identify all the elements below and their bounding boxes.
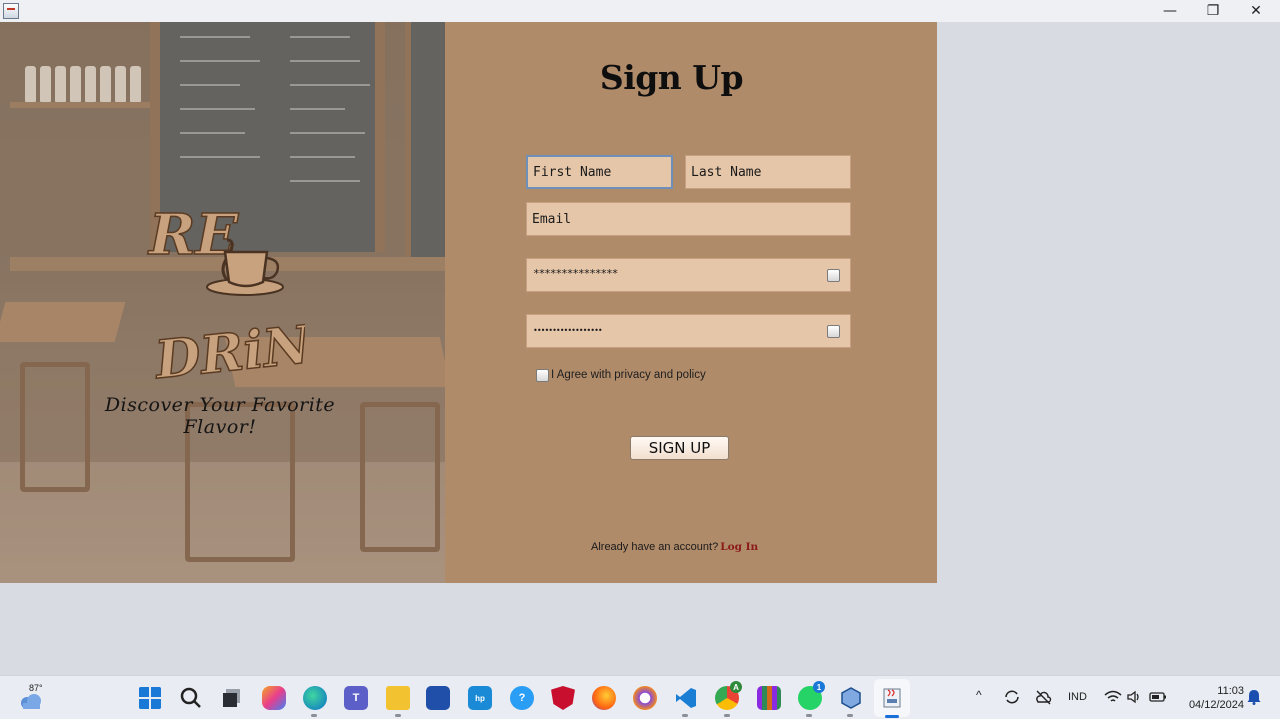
system-clock[interactable]: 11:03 04/12/2024 xyxy=(1178,684,1244,712)
file-explorer-icon[interactable] xyxy=(386,686,410,710)
copilot-icon[interactable] xyxy=(262,686,286,710)
show-password-checkbox[interactable] xyxy=(827,269,840,282)
firefox-icon[interactable] xyxy=(592,686,616,710)
winrar-icon[interactable] xyxy=(757,686,781,710)
confirm-password-mask: •••••••••••••••••• xyxy=(533,326,603,335)
edge-icon[interactable] xyxy=(303,686,327,710)
weather-temperature: 87° xyxy=(29,683,43,693)
teams-icon[interactable]: T xyxy=(344,686,368,710)
page-title: Sign Up xyxy=(599,58,744,97)
log-in-link[interactable]: Log In xyxy=(720,541,758,553)
login-prompt: Already have an account? Log In xyxy=(591,541,758,553)
password-field[interactable]: *************** xyxy=(526,258,851,292)
mcafee-icon[interactable] xyxy=(551,686,575,710)
wifi-icon[interactable] xyxy=(1104,689,1122,705)
chevron-up-icon[interactable]: ^ xyxy=(976,688,982,702)
email-field[interactable] xyxy=(526,202,851,236)
logo-drink-text: DRiNK xyxy=(150,309,305,382)
clock-date: 04/12/2024 xyxy=(1188,699,1244,711)
tagline: Discover Your Favorite Flavor! xyxy=(104,394,336,438)
signup-panel: Sign Up *************** ••••••••••••••••… xyxy=(445,22,937,583)
show-confirm-password-checkbox[interactable] xyxy=(827,325,840,338)
sign-up-button[interactable]: SIGN UP xyxy=(630,436,729,460)
onedrive-off-icon[interactable] xyxy=(1034,688,1052,706)
password-mask: *************** xyxy=(533,267,618,280)
get-help-icon[interactable]: ? xyxy=(510,686,534,710)
browser-icon[interactable] xyxy=(633,686,657,710)
window-titlebar: — ❐ ✕ xyxy=(0,0,1280,22)
start-windows-icon[interactable] xyxy=(138,686,162,710)
search-icon[interactable] xyxy=(179,686,203,710)
login-prompt-text: Already have an account? xyxy=(591,541,719,553)
whatsapp-badge: 1 xyxy=(813,681,825,693)
confirm-password-field[interactable]: •••••••••••••••••• xyxy=(526,314,851,348)
java-app-taskbar-icon[interactable] xyxy=(880,686,904,710)
virtualbox-icon[interactable] xyxy=(839,686,863,710)
minimize-button[interactable]: — xyxy=(1148,0,1192,22)
store-icon[interactable] xyxy=(426,686,450,710)
cafe-hero-image: RE DRiNK Discover Your Favorite Flavor! xyxy=(0,22,445,583)
last-name-field[interactable] xyxy=(685,155,851,189)
taskbar: 87° T hp ? A 1 ^ IND 11:03 04/12/2024 xyxy=(0,675,1280,719)
close-button[interactable]: ✕ xyxy=(1234,0,1278,22)
battery-icon[interactable] xyxy=(1149,691,1167,703)
java-app-icon xyxy=(3,3,19,19)
clock-time: 11:03 xyxy=(1217,685,1244,697)
sync-icon[interactable] xyxy=(1003,688,1021,706)
first-name-field[interactable] xyxy=(526,155,673,189)
myhp-icon[interactable]: hp xyxy=(468,686,492,710)
agree-label: I Agree with privacy and policy xyxy=(551,369,706,381)
notification-bell-icon[interactable] xyxy=(1247,689,1261,705)
agree-checkbox[interactable] xyxy=(536,368,549,382)
vscode-icon[interactable] xyxy=(674,686,698,710)
task-view-icon[interactable] xyxy=(220,686,244,710)
redrink-logo: RE DRiNK xyxy=(146,201,305,382)
volume-icon[interactable] xyxy=(1126,689,1142,705)
language-indicator[interactable]: IND xyxy=(1068,691,1087,703)
agree-row[interactable]: I Agree with privacy and policy xyxy=(536,367,706,383)
maximize-button[interactable]: ❐ xyxy=(1191,0,1235,22)
chrome-profile-badge: A xyxy=(730,681,742,693)
